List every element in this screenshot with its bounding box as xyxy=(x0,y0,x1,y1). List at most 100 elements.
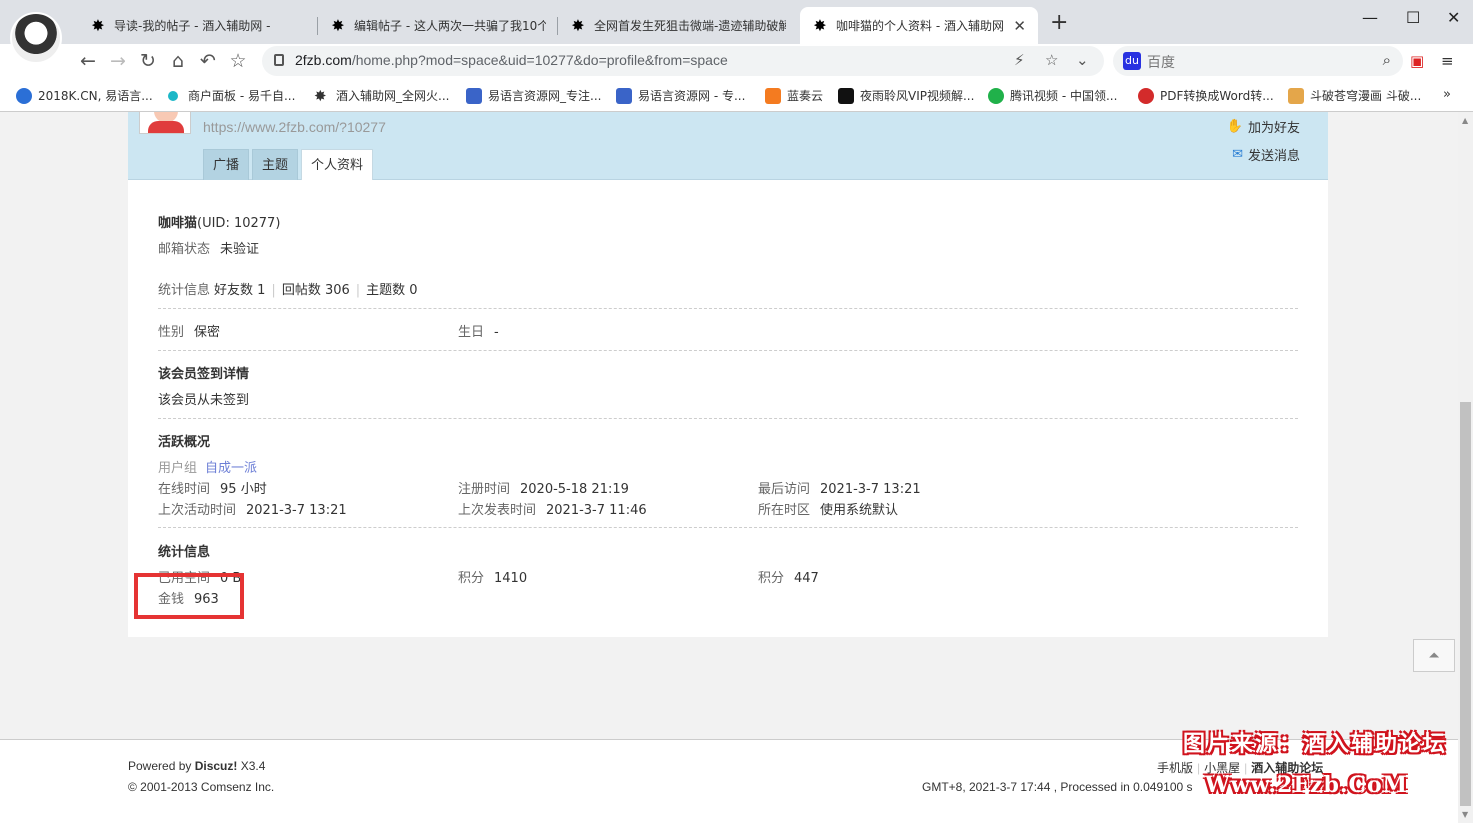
bookmark-label: 2018K.CN, 易语言... xyxy=(38,89,153,103)
signin-title: 该会员签到详情 xyxy=(158,367,250,382)
user-avatar[interactable] xyxy=(139,112,191,134)
powered-brand-link[interactable]: Discuz! xyxy=(195,759,238,773)
tab-threads[interactable]: 主题 xyxy=(252,149,299,180)
threads-count[interactable]: 主题数 0 xyxy=(366,283,417,298)
bookmark-label: 酒入辅助网_全网火... xyxy=(336,89,450,103)
bookmark-favicon-icon: ✸ xyxy=(314,86,327,105)
register-time: 注册时间 2020-5-18 21:19 xyxy=(458,478,629,497)
menu-icon[interactable]: ≡ xyxy=(1441,52,1454,70)
back-to-top-button[interactable]: ⏶ xyxy=(1413,639,1455,672)
stats-title: 统计信息 xyxy=(158,545,211,560)
scroll-down-icon[interactable]: ▼ xyxy=(1462,810,1468,819)
credits-value: 447 xyxy=(794,571,819,586)
bookmark-label: 夜雨聆风VIP视频解... xyxy=(860,89,975,103)
new-tab-icon[interactable]: + xyxy=(1050,10,1068,35)
tab-title: 全网首发生死狙击微端-遗迹辅助破解 xyxy=(594,19,786,33)
bookmark-star-icon[interactable]: ☆ xyxy=(1045,51,1058,69)
gender-value: 保密 xyxy=(194,325,221,340)
pdf-extension-icon[interactable]: ▣ xyxy=(1410,52,1424,70)
activity-title: 活跃概况 xyxy=(158,435,211,450)
tab-broadcast[interactable]: 广播 xyxy=(203,149,250,180)
site-favicon-icon: ✸ xyxy=(331,16,345,35)
birthday-field: 生日 - xyxy=(458,321,499,340)
online-time-value: 95 小时 xyxy=(220,482,267,497)
search-icon[interactable]: ⌕ xyxy=(1383,51,1391,69)
stats-line: 统计信息 好友数 1 | 回帖数 306 | 主题数 0 xyxy=(158,279,418,298)
site-favicon-icon: ✸ xyxy=(571,16,585,35)
bookmark-favicon-icon xyxy=(16,87,32,104)
last-active: 上次活动时间 2021-3-7 13:21 xyxy=(158,499,347,518)
browser-tab-1[interactable]: ✸ 导读-我的帖子 - 酒入辅助网 - xyxy=(78,7,318,44)
bookmarks-bar: 2018K.CN, 易语言... 商户面板 - 易千自... ✸ 酒入辅助网_全网… xyxy=(0,79,1473,112)
bookmark-item[interactable]: 商户面板 - 易千自... xyxy=(166,87,295,104)
chevron-down-icon[interactable]: ⌄ xyxy=(1076,51,1089,69)
scrollbar-thumb[interactable] xyxy=(1460,402,1471,806)
bookmark-item[interactable]: PDF转换成Word转... xyxy=(1138,87,1274,104)
bookmark-label: 易语言资源网 - 专... xyxy=(638,89,746,103)
bookmark-favicon-icon xyxy=(765,87,781,104)
reload-icon[interactable]: ↻ xyxy=(135,48,161,74)
add-friend-button[interactable]: ✋ 加为好友 xyxy=(1227,117,1300,136)
address-bar[interactable]: 2fzb.com/home.php?mod=space&uid=10277&do… xyxy=(262,46,1104,76)
site-favicon-icon: ✸ xyxy=(91,16,105,35)
envelope-icon: ✉ xyxy=(1232,147,1243,162)
vertical-scrollbar[interactable]: ▲ ▼ xyxy=(1458,112,1473,823)
divider xyxy=(158,308,1298,309)
bookmark-item[interactable]: ✸ 酒入辅助网_全网火... xyxy=(314,87,449,104)
browser-profile-avatar[interactable] xyxy=(10,12,62,64)
friends-count[interactable]: 好友数 1 xyxy=(214,283,265,298)
usergroup-field: 用户组 自成一派 xyxy=(158,457,257,476)
bookmark-favicon-icon xyxy=(616,87,632,104)
email-status: 邮箱状态 未验证 xyxy=(158,238,259,257)
search-input[interactable]: du 百度 ⌕ xyxy=(1113,46,1403,76)
forward-icon[interactable]: → xyxy=(105,48,131,74)
browser-tab-2[interactable]: ✸ 编辑帖子 - 这人两次一共骗了我10个 xyxy=(318,7,558,44)
register-time-label: 注册时间 xyxy=(458,482,511,497)
bookmark-item[interactable]: 蓝奏云 xyxy=(765,87,823,104)
star-bookmark-icon[interactable]: ☆ xyxy=(225,48,251,74)
bookmark-label: 蓝奏云 xyxy=(787,89,824,103)
last-active-value: 2021-3-7 13:21 xyxy=(246,503,347,518)
mobile-link[interactable]: 手机版 xyxy=(1157,761,1193,775)
chevron-up-icon: ⏶ xyxy=(1428,647,1440,664)
tab-profile[interactable]: 个人资料 xyxy=(301,149,374,181)
send-message-button[interactable]: ✉ 发送消息 xyxy=(1232,145,1300,164)
home-icon[interactable]: ⌂ xyxy=(165,48,191,74)
bookmark-item[interactable]: 斗破苍穹漫画 斗破... xyxy=(1288,87,1421,104)
credits-value: 1410 xyxy=(494,571,528,586)
usergroup-link[interactable]: 自成一派 xyxy=(205,461,257,476)
close-tab-icon[interactable]: ✕ xyxy=(1013,17,1026,35)
watermark-url: Www.2Fzb.CoM xyxy=(1205,772,1409,798)
bookmarks-more-icon[interactable]: » xyxy=(1443,87,1451,102)
bookmark-item[interactable]: 易语言资源网_专注... xyxy=(466,87,601,104)
page-viewport: https://www.2fzb.com/?10277 广播 主题 个人资料 ✋… xyxy=(0,112,1458,823)
undo-icon[interactable]: ↶ xyxy=(195,48,221,74)
avatar-body xyxy=(148,121,184,133)
usergroup-label: 用户组 xyxy=(158,461,198,476)
bookmark-item[interactable]: 夜雨聆风VIP视频解... xyxy=(838,87,974,104)
space-url[interactable]: https://www.2fzb.com/?10277 xyxy=(203,119,386,135)
scroll-up-icon[interactable]: ▲ xyxy=(1462,116,1468,125)
timezone: 所在时区 使用系统默认 xyxy=(758,499,898,518)
bookmark-item[interactable]: 2018K.CN, 易语言... xyxy=(16,87,153,104)
bookmark-label: 腾讯视频 - 中国领... xyxy=(1010,89,1118,103)
email-status-value: 未验证 xyxy=(220,242,260,257)
baidu-icon: du xyxy=(1123,52,1141,70)
timezone-label: 所在时区 xyxy=(758,503,811,518)
watermark-title: 图片来源：酒入辅助论坛 xyxy=(1183,731,1448,757)
bookmark-item[interactable]: 易语言资源网 - 专... xyxy=(616,87,745,104)
browser-tab-active[interactable]: ✸ 咖啡猫的个人资料 - 酒入辅助网 ✕ xyxy=(800,7,1038,44)
minimize-icon[interactable]: — xyxy=(1362,8,1378,27)
back-icon[interactable]: ← xyxy=(75,48,101,74)
site-favicon-icon: ✸ xyxy=(813,16,827,35)
maximize-icon[interactable]: ☐ xyxy=(1406,8,1420,27)
lock-icon xyxy=(274,54,284,66)
last-visit-label: 最后访问 xyxy=(758,482,811,497)
replies-count[interactable]: 回帖数 306 xyxy=(282,283,350,298)
bookmark-favicon-icon xyxy=(1288,87,1304,104)
browser-tab-3[interactable]: ✸ 全网首发生死狙击微端-遗迹辅助破解 xyxy=(558,7,798,44)
close-window-icon[interactable]: ✕ xyxy=(1447,8,1460,27)
bookmark-item[interactable]: 腾讯视频 - 中国领... xyxy=(988,87,1117,104)
lightning-icon[interactable]: ⚡ xyxy=(1014,51,1025,69)
profile-header: https://www.2fzb.com/?10277 广播 主题 个人资料 ✋… xyxy=(128,112,1328,181)
